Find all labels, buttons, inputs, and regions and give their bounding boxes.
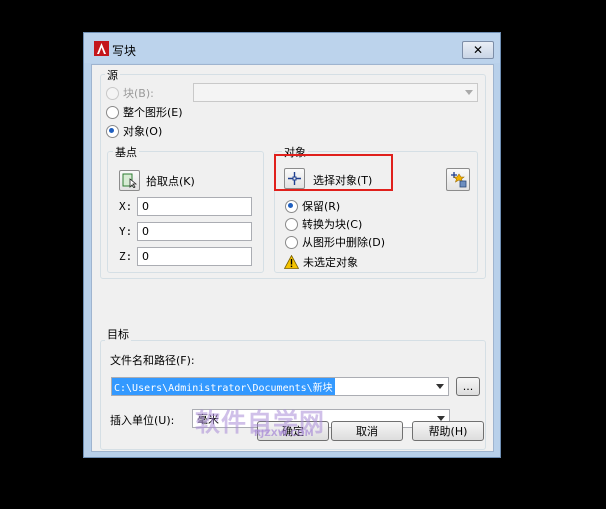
- radio-entire-drawing-label: 整个图形(E): [123, 106, 183, 119]
- radio-retain-indicator: [285, 199, 298, 213]
- z-field[interactable]: 0: [137, 247, 252, 266]
- basepoint-group-label: 基点: [113, 144, 139, 160]
- warning-text: 未选定对象: [303, 256, 358, 269]
- radio-entire-drawing-indicator: [106, 105, 119, 119]
- radio-block-indicator: [106, 86, 119, 100]
- radio-retain[interactable]: 保留(R): [285, 199, 340, 213]
- close-icon: ✕: [472, 43, 484, 57]
- radio-retain-label: 保留(R): [302, 200, 341, 213]
- pick-point-icon: [122, 173, 137, 188]
- write-block-dialog: 写块 ✕ 源 块(B): 整个图形(E) 对象(O) 基点 拾取点(K) X: …: [83, 32, 501, 458]
- pick-point-button[interactable]: [119, 170, 140, 191]
- dropdown-arrow-icon: [465, 90, 473, 95]
- x-field[interactable]: 0: [137, 197, 252, 216]
- help-button[interactable]: 帮助(H): [412, 421, 484, 441]
- close-button[interactable]: ✕: [462, 41, 494, 59]
- cancel-button[interactable]: 取消: [331, 421, 403, 441]
- y-label: Y:: [119, 225, 133, 238]
- pick-point-label: 拾取点(K): [146, 175, 195, 188]
- radio-convert-to-block[interactable]: 转换为块(C): [285, 217, 362, 231]
- quick-select-icon: [450, 172, 466, 188]
- source-group-label: 源: [105, 67, 120, 83]
- radio-block[interactable]: 块(B):: [106, 86, 154, 100]
- dialog-body: 源 块(B): 整个图形(E) 对象(O) 基点 拾取点(K) X: 0 Y: …: [91, 64, 494, 452]
- radio-delete-from-drawing[interactable]: 从图形中删除(D): [285, 235, 385, 249]
- select-objects-button[interactable]: [284, 168, 305, 189]
- title-bar[interactable]: 写块 ✕: [84, 33, 500, 63]
- radio-objects-label: 对象(O): [123, 125, 163, 138]
- radio-objects[interactable]: 对象(O): [106, 124, 162, 138]
- select-objects-label: 选择对象(T): [313, 174, 373, 187]
- autocad-icon: [94, 41, 109, 56]
- units-label: 插入单位(U):: [110, 414, 175, 427]
- target-group-label: 目标: [105, 326, 131, 342]
- x-label: X:: [119, 200, 133, 213]
- block-name-dropdown[interactable]: [193, 83, 478, 102]
- browse-button[interactable]: ...: [456, 377, 480, 396]
- radio-delete-indicator: [285, 235, 298, 249]
- radio-objects-indicator: [106, 124, 119, 138]
- warning-icon: [284, 255, 299, 269]
- radio-convert-to-block-label: 转换为块(C): [302, 218, 363, 231]
- path-value: C:\Users\Administrator\Documents\新块: [112, 378, 335, 395]
- radio-block-label: 块(B):: [123, 87, 154, 100]
- radio-entire-drawing[interactable]: 整个图形(E): [106, 105, 183, 119]
- radio-convert-to-block-indicator: [285, 217, 298, 231]
- watermark-url: RJZXW.COM: [254, 429, 314, 439]
- path-combo[interactable]: C:\Users\Administrator\Documents\新块: [111, 377, 449, 396]
- y-field[interactable]: 0: [137, 222, 252, 241]
- quick-select-button[interactable]: [446, 168, 470, 191]
- radio-delete-label: 从图形中删除(D): [302, 236, 386, 249]
- path-label: 文件名和路径(F):: [110, 354, 195, 367]
- crosshair-icon: [288, 172, 301, 185]
- window-title: 写块: [112, 44, 137, 58]
- z-label: Z:: [119, 250, 133, 263]
- no-objects-warning: 未选定对象: [284, 254, 358, 270]
- path-dropdown-arrow-icon: [436, 384, 444, 389]
